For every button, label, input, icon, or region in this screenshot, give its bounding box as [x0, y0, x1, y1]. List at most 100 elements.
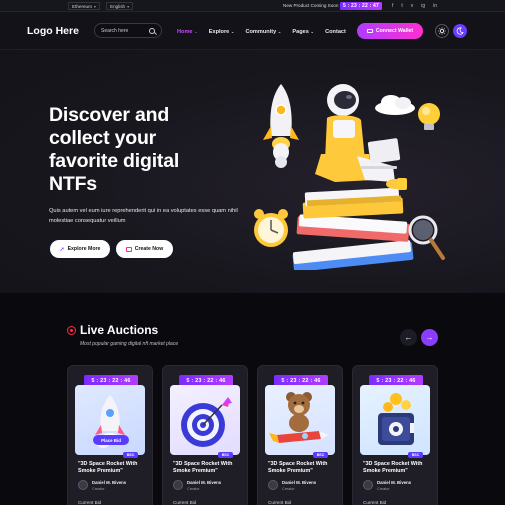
- create-now-button[interactable]: Create Now: [116, 240, 173, 258]
- facebook-icon[interactable]: f: [392, 2, 393, 10]
- card-title[interactable]: "3D Space Rocket With Smoke Premium": [268, 461, 338, 475]
- main-nav: Home ⌄ Explore ⌄ Community ⌄ Pages ⌄ Con…: [177, 28, 357, 36]
- logo[interactable]: Logo Here: [27, 25, 79, 37]
- hero-title: Discover and collect your favorite digit…: [49, 104, 180, 195]
- sun-icon: [438, 27, 446, 35]
- connect-wallet-button[interactable]: Connect Wallet: [357, 23, 423, 39]
- search-input[interactable]: [101, 27, 149, 34]
- top-bar: Ethereum ▾ English ▾ New Product Coming …: [0, 0, 505, 12]
- auction-card[interactable]: 5 : 23 : 22 : 46 BSC "3D Space Rocket Wi…: [162, 365, 248, 505]
- safe-coins-nft-art: [378, 393, 414, 445]
- current-bid-label: Current Bid: [268, 500, 292, 505]
- live-dot-icon: [67, 326, 76, 335]
- current-bid-label: Current Bid: [78, 500, 102, 505]
- twitter-icon[interactable]: t: [401, 2, 402, 10]
- lightbulb-illustration: [418, 103, 440, 130]
- author-role: Creator: [92, 487, 105, 491]
- prev-button[interactable]: ←: [400, 329, 417, 346]
- author-name[interactable]: Daniel M. Bivens: [282, 480, 316, 485]
- nav-home[interactable]: Home ⌄: [177, 28, 198, 36]
- chevron-down-icon: ⌄: [194, 29, 198, 34]
- nft-image[interactable]: [265, 385, 335, 455]
- rocket-icon: ➚: [59, 246, 65, 253]
- nft-image[interactable]: [360, 385, 430, 455]
- nav-pages[interactable]: Pages ⌄: [292, 28, 314, 36]
- nav-contact[interactable]: Contact: [325, 28, 346, 36]
- avatar[interactable]: [363, 480, 373, 490]
- moon-icon: [456, 27, 464, 35]
- avatar[interactable]: [173, 480, 183, 490]
- alarm-clock-illustration: [254, 209, 288, 247]
- place-bid-button[interactable]: Place Bid: [93, 435, 129, 445]
- chain-badge: BSC: [123, 452, 138, 458]
- theme-light-button[interactable]: [435, 24, 449, 38]
- next-button[interactable]: →: [421, 329, 438, 346]
- cloud-illustration: [375, 95, 415, 115]
- theme-dark-button[interactable]: [453, 24, 467, 38]
- chain-badge: BSC: [313, 452, 328, 458]
- explore-more-button[interactable]: ➚ Explore More: [50, 240, 110, 258]
- promo-text: New Product Coming Soon: [283, 3, 339, 8]
- chevron-down-icon: ⌄: [230, 29, 235, 34]
- nav-pages-label: Pages: [292, 29, 309, 35]
- nav-community-label: Community: [245, 29, 277, 35]
- wallet-icon: [366, 28, 373, 34]
- search-icon[interactable]: [149, 27, 155, 34]
- vimeo-icon[interactable]: v: [411, 2, 414, 10]
- section-title: Live Auctions: [80, 323, 159, 337]
- explore-more-label: Explore More: [67, 246, 101, 252]
- header: Logo Here Home ⌄ Explore ⌄ Community ⌄ P…: [0, 12, 505, 50]
- linkedin-icon[interactable]: in: [433, 2, 437, 10]
- rocket-illustration: [263, 84, 299, 168]
- author-role: Creator: [377, 487, 390, 491]
- card-title[interactable]: "3D Space Rocket With Smoke Premium": [363, 461, 433, 475]
- network-select-label: Ethereum: [72, 3, 92, 9]
- avatar[interactable]: [78, 480, 88, 490]
- nav-home-label: Home: [177, 29, 193, 35]
- nft-image[interactable]: [170, 385, 240, 455]
- current-bid-label: Current Bid: [173, 500, 197, 505]
- books-illustration: [292, 187, 414, 270]
- page: Ethereum ▾ English ▾ New Product Coming …: [0, 0, 505, 505]
- author-role: Creator: [282, 487, 295, 491]
- author-name[interactable]: Daniel M. Bivens: [187, 480, 221, 485]
- chevron-down-icon: ⌄: [310, 29, 315, 34]
- author-name[interactable]: Daniel M. Bivens: [92, 480, 126, 485]
- connect-wallet-label: Connect Wallet: [375, 28, 414, 34]
- card-title[interactable]: "3D Space Rocket With Smoke Premium": [173, 461, 243, 475]
- arrow-left-icon: ←: [404, 333, 413, 342]
- chevron-down-icon: ⌄: [277, 29, 282, 34]
- avatar[interactable]: [268, 480, 278, 490]
- chevron-down-icon: ▾: [93, 3, 96, 9]
- author-name[interactable]: Daniel M. Bivens: [377, 480, 411, 485]
- nav-contact-label: Contact: [325, 29, 346, 35]
- social-links: f t v ig in: [392, 2, 437, 10]
- author-role: Creator: [187, 487, 200, 491]
- network-select[interactable]: Ethereum ▾: [68, 2, 100, 10]
- auction-card[interactable]: 5 : 23 : 22 : 46 BSC "3D Space Rocket Wi…: [257, 365, 343, 505]
- instagram-icon[interactable]: ig: [421, 2, 425, 10]
- image-icon: [125, 246, 132, 252]
- create-now-label: Create Now: [134, 246, 164, 252]
- nft-image[interactable]: Place Bid: [75, 385, 145, 455]
- bear-rocket-nft-art: [269, 392, 329, 443]
- section-subtitle: Most popular gaming digital nft market p…: [80, 341, 179, 347]
- magnifier-illustration: [408, 215, 445, 260]
- language-select[interactable]: English ▾: [106, 2, 133, 10]
- chain-badge: BSC: [218, 452, 233, 458]
- place-bid-label: Place Bid: [101, 437, 121, 443]
- current-bid-label: Current Bid: [363, 500, 387, 505]
- topbar-countdown: 5 : 23 : 22 : 47: [340, 2, 382, 10]
- card-title[interactable]: "3D Space Rocket With Smoke Premium": [78, 461, 148, 475]
- language-select-label: English: [110, 3, 126, 9]
- nav-explore[interactable]: Explore ⌄: [209, 28, 235, 36]
- target-nft-art: [181, 397, 232, 447]
- arrow-right-icon: →: [425, 333, 434, 342]
- nav-community[interactable]: Community ⌄: [245, 28, 281, 36]
- auction-card[interactable]: 5 : 23 : 22 : 46 Place Bid BSC "3D Space…: [67, 365, 153, 505]
- hero-section: Discover and collect your favorite digit…: [0, 50, 505, 293]
- search-box: [94, 23, 162, 38]
- nav-explore-label: Explore: [208, 29, 230, 35]
- chevron-down-icon: ▾: [127, 3, 130, 9]
- auction-card[interactable]: 5 : 23 : 22 : 46 BSC "3D Space Rocket Wi…: [352, 365, 438, 505]
